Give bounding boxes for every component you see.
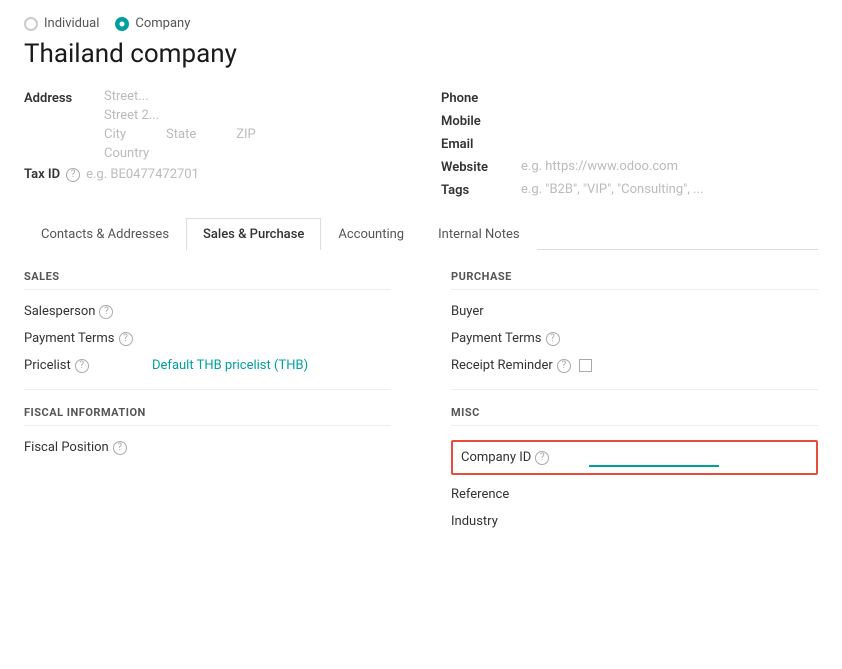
company-id-field: Company ID ?: [451, 440, 818, 475]
individual-radio[interactable]: Individual: [24, 16, 99, 31]
misc-section: MISC Company ID ? Reference Industry: [451, 406, 818, 529]
street2-field[interactable]: Street 2...: [104, 108, 401, 123]
email-label: Email: [441, 135, 511, 152]
company-id-input[interactable]: [589, 448, 719, 467]
tags-field[interactable]: e.g. "B2B", "VIP", "Consulting", ...: [521, 182, 818, 197]
purchase-payment-terms-field: Payment Terms ?: [451, 331, 818, 346]
sales-payment-terms-help-icon[interactable]: ?: [119, 332, 133, 346]
sales-payment-terms-label: Payment Terms ?: [24, 331, 144, 346]
fiscal-section-header: FISCAL INFORMATION: [24, 406, 391, 426]
salesperson-help-icon[interactable]: ?: [99, 305, 113, 319]
salesperson-field: Salesperson ?: [24, 304, 391, 319]
reference-field: Reference: [451, 487, 818, 502]
right-fields: Phone Mobile Email Website e.g. https://…: [441, 89, 818, 198]
website-field[interactable]: e.g. https://www.odoo.com: [521, 159, 818, 174]
misc-section-header: MISC: [451, 406, 818, 426]
tags-row: Tags e.g. "B2B", "VIP", "Consulting", ..…: [441, 181, 818, 198]
state-field[interactable]: State: [166, 127, 196, 142]
fiscal-divider: [24, 389, 391, 390]
tax-label: Tax ID: [24, 167, 60, 182]
company-radio[interactable]: Company: [115, 16, 190, 31]
individual-label: Individual: [44, 16, 99, 31]
tab-accounting[interactable]: Accounting: [321, 218, 421, 250]
sales-payment-terms-field: Payment Terms ?: [24, 331, 391, 346]
salesperson-label: Salesperson ?: [24, 304, 144, 319]
company-id-help-icon[interactable]: ?: [535, 451, 549, 465]
misc-divider: [451, 389, 818, 390]
purchase-section-header: PURCHASE: [451, 270, 818, 290]
website-label: Website: [441, 158, 511, 175]
pricelist-value[interactable]: Default THB pricelist (THB): [152, 358, 391, 373]
tags-label: Tags: [441, 181, 511, 198]
sales-section-header: SALES: [24, 270, 391, 290]
receipt-reminder-field: Receipt Reminder ?: [451, 358, 818, 373]
left-tab-column: SALES Salesperson ? Payment Terms ? Pric…: [24, 270, 391, 541]
mobile-row: Mobile: [441, 112, 818, 129]
company-label: Company: [135, 16, 190, 31]
tab-internal-notes[interactable]: Internal Notes: [421, 218, 536, 250]
receipt-reminder-checkbox[interactable]: [579, 359, 592, 372]
mobile-label: Mobile: [441, 112, 511, 129]
city-field[interactable]: City: [104, 127, 126, 142]
tax-row: Tax ID ? e.g. BE0477472701: [24, 167, 401, 182]
company-radio-circle: [115, 17, 129, 31]
pricelist-label: Pricelist ?: [24, 358, 144, 373]
pricelist-field: Pricelist ? Default THB pricelist (THB): [24, 358, 391, 373]
fiscal-section: FISCAL INFORMATION Fiscal Position ?: [24, 406, 391, 455]
buyer-label: Buyer: [451, 304, 571, 319]
purchase-payment-terms-label: Payment Terms ?: [451, 331, 571, 346]
receipt-reminder-label: Receipt Reminder ?: [451, 358, 571, 373]
page-title: Thailand company: [24, 39, 818, 69]
city-state-zip: City State ZIP: [104, 127, 401, 142]
address-block: Street... Street 2... City State ZIP Cou…: [104, 89, 401, 161]
left-fields: Address Street... Street 2... City State…: [24, 89, 401, 198]
email-row: Email: [441, 135, 818, 152]
address-row: Address Street... Street 2... City State…: [24, 89, 401, 161]
tab-sales-purchase[interactable]: Sales & Purchase: [186, 218, 321, 250]
radio-group: Individual Company: [24, 16, 818, 31]
fiscal-position-label: Fiscal Position ?: [24, 440, 144, 455]
reference-label: Reference: [451, 487, 571, 502]
industry-field: Industry: [451, 514, 818, 529]
zip-field[interactable]: ZIP: [236, 127, 256, 142]
tab-contacts[interactable]: Contacts & Addresses: [24, 218, 186, 250]
receipt-reminder-help-icon[interactable]: ?: [557, 359, 571, 373]
top-form: Address Street... Street 2... City State…: [24, 89, 818, 198]
fiscal-position-help-icon[interactable]: ?: [113, 441, 127, 455]
company-id-label: Company ID ?: [461, 450, 581, 465]
purchase-payment-terms-help-icon[interactable]: ?: [546, 332, 560, 346]
street-field[interactable]: Street...: [104, 89, 401, 104]
website-row: Website e.g. https://www.odoo.com: [441, 158, 818, 175]
tab-content: SALES Salesperson ? Payment Terms ? Pric…: [24, 270, 818, 541]
tax-help-icon[interactable]: ?: [66, 168, 80, 182]
address-label: Address: [24, 89, 104, 106]
right-tab-column: PURCHASE Buyer Payment Terms ? Receipt R…: [451, 270, 818, 541]
country-field[interactable]: Country: [104, 146, 401, 161]
tax-field[interactable]: e.g. BE0477472701: [86, 167, 401, 182]
pricelist-help-icon[interactable]: ?: [75, 359, 89, 373]
phone-label: Phone: [441, 89, 511, 106]
phone-row: Phone: [441, 89, 818, 106]
tabs-container: Contacts & Addresses Sales & Purchase Ac…: [24, 218, 818, 250]
individual-radio-circle: [24, 17, 38, 31]
buyer-field: Buyer: [451, 304, 818, 319]
fiscal-position-field: Fiscal Position ?: [24, 440, 391, 455]
industry-label: Industry: [451, 514, 571, 529]
